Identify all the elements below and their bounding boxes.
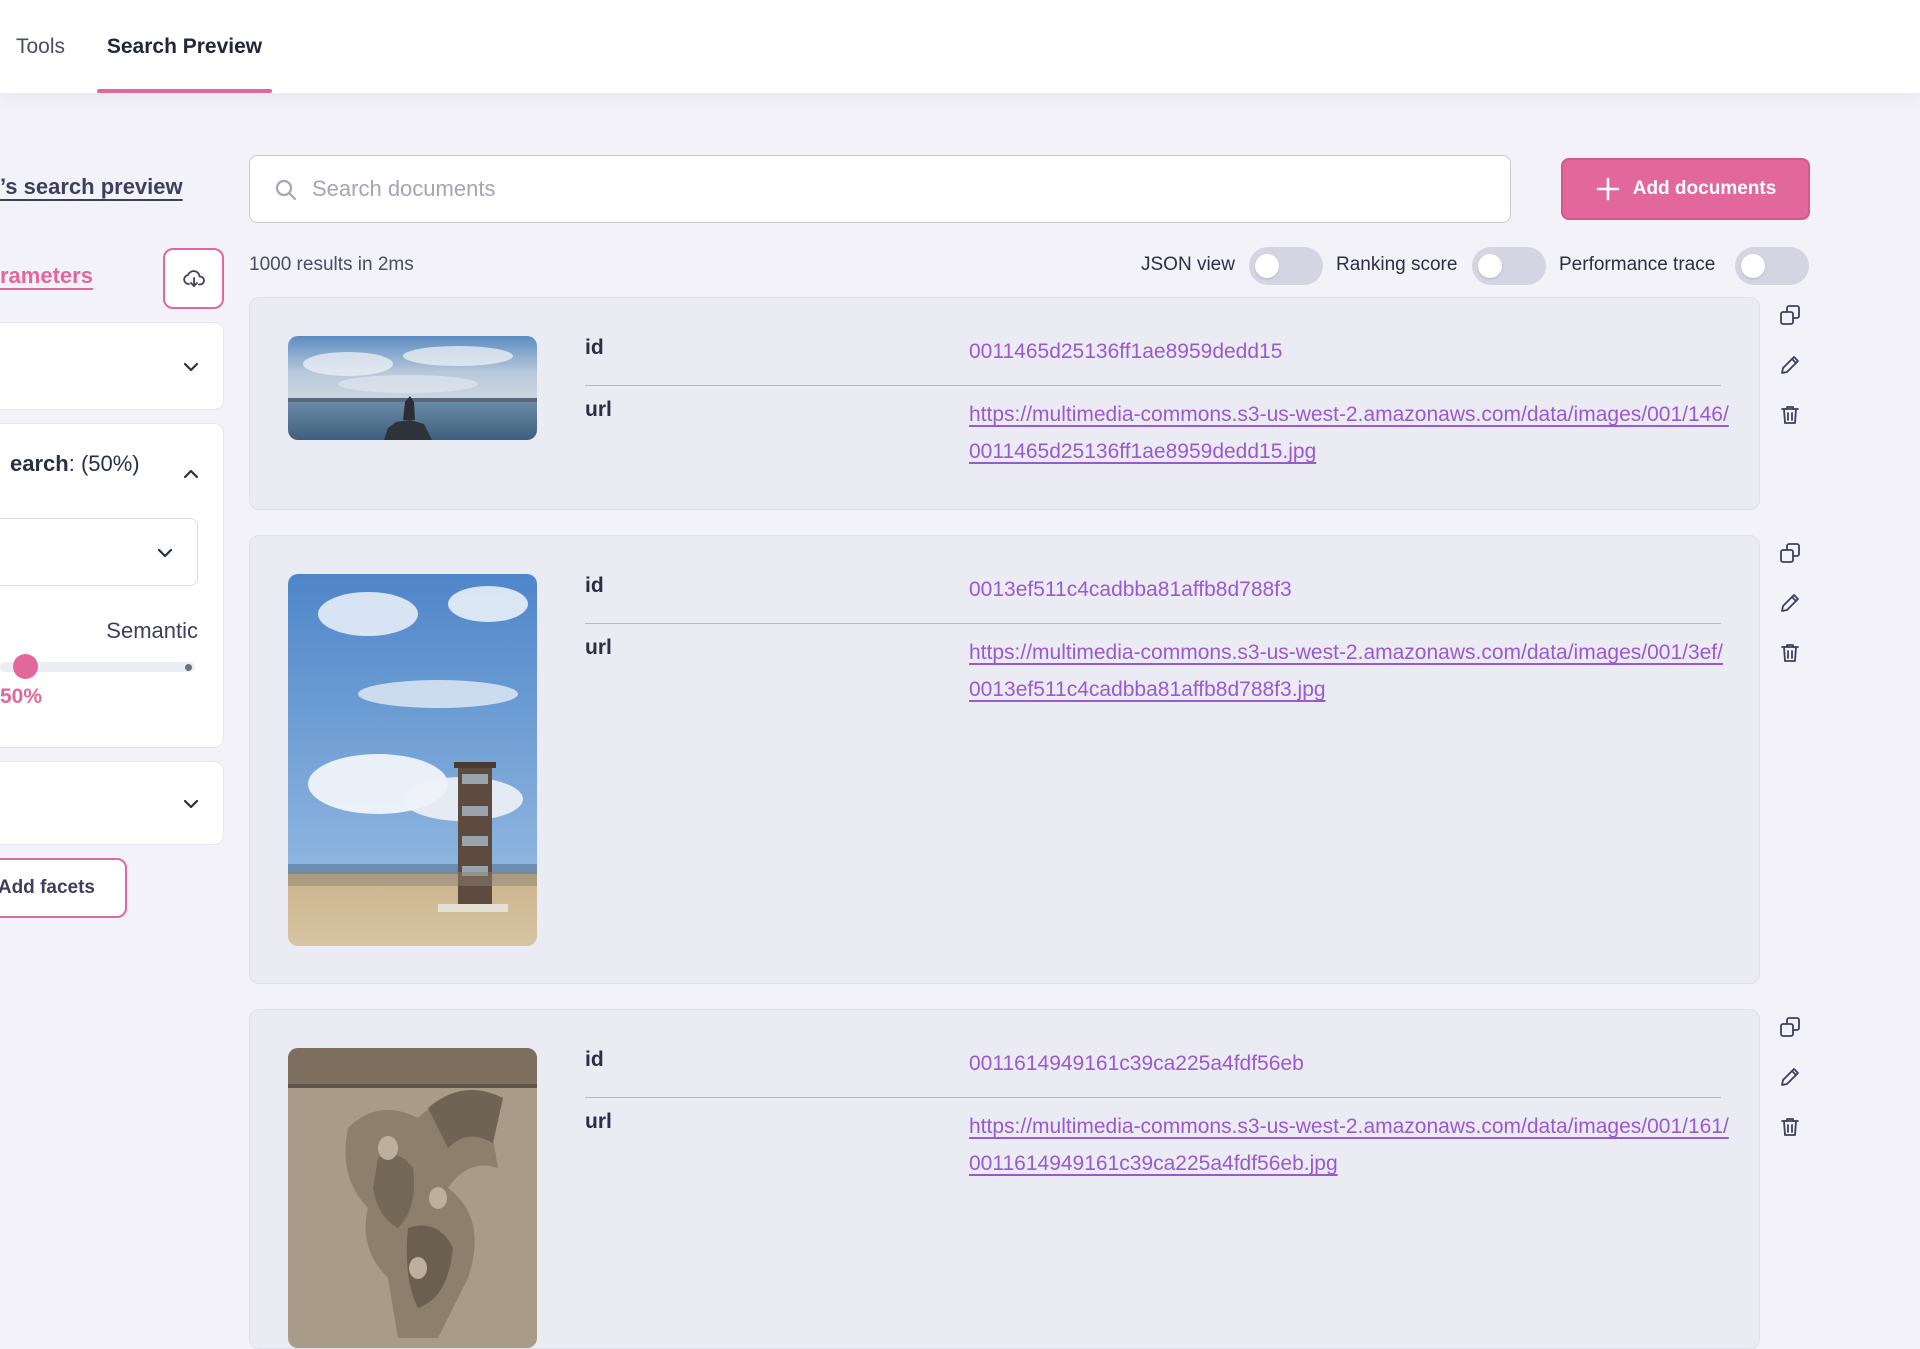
field-divider [585, 1097, 1721, 1098]
ranking-score-label: Ranking score [1336, 254, 1458, 275]
search-box [249, 155, 1511, 223]
field-key-id: id [585, 336, 604, 359]
hybrid-search-label: earch: (50%) [10, 451, 140, 477]
document-image [288, 574, 537, 946]
field-key-url: url [585, 1110, 612, 1133]
sidebar-collapsed-section[interactable] [0, 322, 224, 410]
search-icon [275, 179, 297, 201]
document-actions [1774, 1011, 1806, 1136]
edit-button[interactable] [1774, 1061, 1806, 1093]
edit-button[interactable] [1774, 349, 1806, 381]
index-search-preview-link[interactable]: ’s search preview [0, 174, 183, 200]
document-id: 0013ef511c4cadbba81affb8d788f3 [969, 578, 1292, 601]
chevron-up-icon[interactable] [181, 464, 201, 484]
slider-end-marker [185, 664, 192, 671]
copy-icon [1780, 1017, 1800, 1037]
field-key-id: id [585, 574, 604, 597]
field-key-url: url [585, 636, 612, 659]
copy-icon [1780, 543, 1800, 563]
edit-button[interactable] [1774, 587, 1806, 619]
json-view-label: JSON view [1141, 254, 1235, 275]
search-input[interactable] [312, 156, 1492, 222]
add-documents-button[interactable]: Add documents [1561, 158, 1810, 220]
hybrid-search-label-ratio: : (50%) [68, 451, 140, 476]
document-url-link[interactable]: https://multimedia-commons.s3-us-west-2.… [969, 396, 1729, 470]
document-url-link[interactable]: https://multimedia-commons.s3-us-west-2.… [969, 1108, 1729, 1182]
document-image [288, 336, 537, 440]
document-actions [1774, 299, 1806, 424]
document-actions [1774, 537, 1806, 662]
performance-trace-toggle[interactable] [1735, 247, 1809, 285]
ranking-score-toggle[interactable] [1472, 247, 1546, 285]
field-divider [585, 385, 1721, 386]
cloud-download-icon [182, 269, 205, 287]
delete-button[interactable] [1774, 1111, 1806, 1143]
add-documents-label: Add documents [1632, 178, 1777, 199]
delete-button[interactable] [1774, 399, 1806, 431]
top-nav-bar: Tools Search Preview [0, 0, 1920, 93]
copy-button[interactable] [1774, 537, 1806, 569]
pencil-icon [1781, 594, 1799, 612]
document-image [288, 1048, 537, 1348]
trash-icon [1781, 644, 1799, 662]
embedder-select[interactable] [0, 518, 198, 586]
hybrid-search-label-prefix: earch [10, 451, 69, 476]
copy-icon [1780, 305, 1800, 325]
semantic-label: Semantic [106, 618, 198, 643]
chevron-down-icon [183, 362, 199, 372]
pencil-icon [1781, 1068, 1799, 1086]
trash-icon [1781, 1118, 1799, 1136]
copy-button[interactable] [1774, 299, 1806, 331]
add-facets-button[interactable]: Add facets [0, 858, 127, 918]
field-key-url: url [585, 398, 612, 421]
document-id: 0011614949161c39ca225a4fdf56eb [969, 1052, 1304, 1075]
result-count: 1000 results in 2ms [249, 254, 414, 275]
import-parameters-button[interactable] [163, 248, 224, 309]
document-card: id 0013ef511c4cadbba81affb8d788f3 url ht… [249, 535, 1760, 984]
delete-button[interactable] [1774, 637, 1806, 669]
field-divider [585, 623, 1721, 624]
field-key-id: id [585, 1048, 604, 1071]
sidebar-collapsed-section[interactable] [0, 761, 224, 845]
tab-tools[interactable]: Tools [16, 0, 65, 93]
performance-trace-label: Performance trace [1559, 254, 1716, 275]
document-url-link[interactable]: https://multimedia-commons.s3-us-west-2.… [969, 634, 1729, 708]
pencil-icon [1781, 356, 1799, 374]
trash-icon [1781, 406, 1799, 424]
slider-value: 50% [0, 685, 43, 708]
document-card: id 0011614949161c39ca225a4fdf56eb url ht… [249, 1009, 1760, 1349]
json-view-toggle[interactable] [1249, 247, 1323, 285]
chevron-down-icon [157, 548, 173, 558]
document-card: id 0011465d25136ff1ae8959dedd15 url http… [249, 297, 1760, 510]
chevron-down-icon [183, 799, 199, 809]
copy-button[interactable] [1774, 1011, 1806, 1043]
slider-handle[interactable] [13, 654, 38, 679]
tab-search-preview[interactable]: Search Preview [97, 0, 272, 93]
document-id: 0011465d25136ff1ae8959dedd15 [969, 340, 1283, 363]
plus-icon [1596, 177, 1620, 201]
search-parameters-link[interactable]: rameters [0, 263, 93, 289]
